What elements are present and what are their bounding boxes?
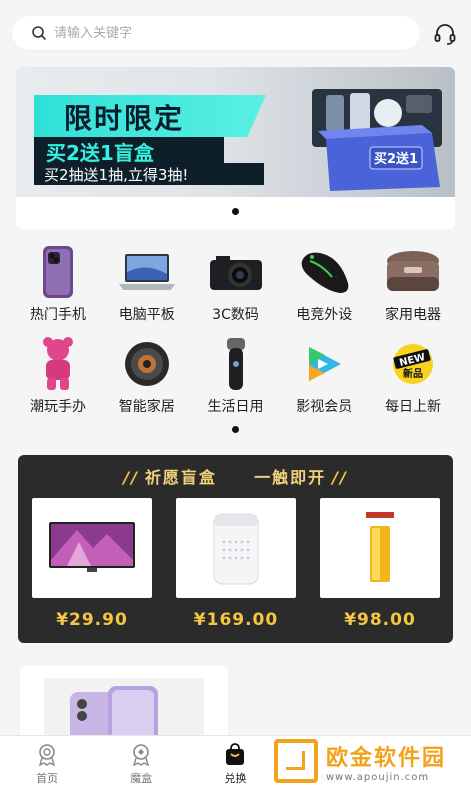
banner-description: 买2抽送1抽,立得3抽! — [44, 166, 189, 184]
search-icon — [24, 25, 54, 41]
category-pagination — [0, 426, 471, 433]
blind-box-panel: // 祈愿盲盒 一触即开 // ¥29.90 ¥169.00 ¥98.00 — [18, 455, 453, 643]
customer-service-icon[interactable] — [430, 20, 460, 48]
watermark-url: www.apoujin.com — [326, 771, 430, 783]
gift-box-illustration: 买2送1 — [306, 83, 448, 195]
category-row: 潮玩手办 智能家居 生活日用 影视会员 NEW 新品 每日上新 — [14, 336, 457, 428]
blind-box-title-left: 祈愿盲盒 — [144, 468, 217, 487]
exchange-bag-icon — [221, 742, 249, 768]
camera-icon — [206, 244, 266, 300]
watermark-logo — [274, 739, 318, 783]
nav-label: 首页 — [36, 772, 59, 785]
air-purifier-icon — [213, 513, 259, 585]
watermark-name: 欧金软件园 — [326, 745, 447, 771]
category-hot-phones[interactable]: 热门手机 — [14, 244, 102, 336]
category-label: 智能家居 — [118, 399, 175, 415]
slash-decoration: // — [332, 468, 348, 487]
product-price: ¥169.00 — [193, 610, 279, 630]
mouse-icon — [294, 244, 354, 300]
new-badge-icon: NEW 新品 — [383, 336, 443, 392]
category-3c-digital[interactable]: 3C数码 — [192, 244, 280, 336]
robot-vacuum-icon — [117, 336, 177, 392]
category-label: 每日上新 — [385, 399, 441, 415]
banner-pagination — [16, 203, 455, 219]
blind-box-title-right: 一触即开 — [254, 468, 327, 487]
banner-title: 限时限定 — [64, 102, 185, 135]
category-label: 电脑平板 — [118, 307, 175, 323]
nav-magic-box[interactable]: 魔盒 — [94, 736, 188, 791]
phone-icon — [28, 244, 88, 300]
shaver-icon — [206, 336, 266, 392]
category-label: 3C数码 — [212, 307, 259, 323]
svg-text:买2送1: 买2送1 — [374, 151, 418, 167]
category-label: 电竞外设 — [296, 307, 353, 323]
watermark-text: 欧金软件园 www.apoujin.com — [326, 740, 446, 783]
video-play-icon — [294, 336, 354, 392]
svg-text:新品: 新品 — [403, 367, 423, 380]
category-daily-life[interactable]: 生活日用 — [192, 336, 280, 428]
category-daily-new[interactable]: NEW 新品 每日上新 — [369, 336, 457, 428]
category-label: 生活日用 — [207, 399, 264, 415]
home-medal-icon — [33, 742, 61, 768]
nav-label: 兑换 — [224, 772, 247, 785]
laptop-icon — [117, 244, 177, 300]
blind-box-product-gold[interactable] — [320, 498, 440, 598]
nav-label: 魔盒 — [130, 772, 153, 785]
category-label: 潮玩手办 — [30, 399, 86, 415]
tv-icon — [49, 522, 135, 572]
category-smart-home[interactable]: 智能家居 — [103, 336, 191, 428]
product-card[interactable] — [20, 666, 228, 746]
magic-box-icon — [127, 742, 155, 768]
blind-box-product-tv[interactable] — [32, 498, 152, 598]
product-price: ¥29.90 — [56, 610, 128, 630]
category-label: 影视会员 — [296, 399, 353, 415]
promo-banner[interactable]: 限时限定 买2送1盲盒 买2抽送1抽,立得3抽! 买2送1 — [16, 67, 455, 229]
category-trendy-toys[interactable]: 潮玩手办 — [14, 336, 102, 428]
category-video-membership[interactable]: 影视会员 — [280, 336, 368, 428]
category-computers-tablets[interactable]: 电脑平板 — [103, 244, 191, 336]
pagination-dot — [232, 207, 239, 215]
category-label: 家用电器 — [385, 307, 441, 323]
slash-decoration: // — [123, 468, 139, 487]
nav-home[interactable]: 首页 — [0, 736, 94, 791]
rice-cooker-icon — [383, 244, 443, 300]
search-input[interactable] — [54, 25, 384, 41]
category-row: 热门手机 电脑平板 3C数码 电竞外设 家用电器 — [14, 244, 457, 336]
product-price: ¥98.00 — [344, 610, 416, 630]
blind-box-product-purifier[interactable] — [176, 498, 296, 598]
category-grid: 热门手机 电脑平板 3C数码 电竞外设 家用电器 潮玩手办 智能家居 生活日用 … — [14, 244, 457, 428]
pagination-dot — [232, 426, 239, 433]
banner-artwork: 限时限定 买2送1盲盒 买2抽送1抽,立得3抽! 买2送1 — [16, 67, 455, 197]
category-gaming-peripherals[interactable]: 电竞外设 — [280, 244, 368, 336]
top-bar — [0, 0, 471, 64]
banner-subtitle: 买2送1盲盒 — [46, 141, 154, 165]
gold-bar-icon — [366, 512, 394, 582]
category-label: 热门手机 — [30, 307, 86, 323]
search-bar[interactable] — [12, 16, 420, 50]
blind-box-title: // 祈愿盲盒 一触即开 // — [18, 464, 453, 488]
category-home-appliances[interactable]: 家用电器 — [369, 244, 457, 336]
bear-figure-icon — [28, 336, 88, 392]
watermark: 欧金软件园 www.apoujin.com — [268, 736, 468, 786]
